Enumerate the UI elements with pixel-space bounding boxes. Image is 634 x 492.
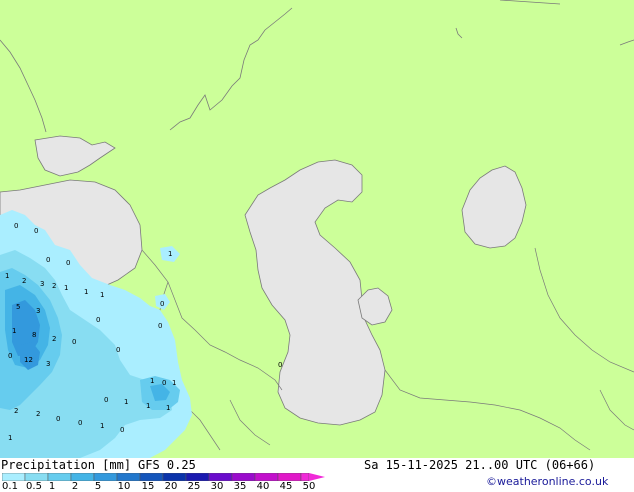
precip-label: 0 — [160, 300, 164, 308]
precip-label: 1 — [5, 272, 9, 280]
precip-label: 1 — [150, 377, 154, 385]
precip-label: 1 — [166, 404, 170, 412]
precip-label: 1 — [124, 398, 128, 406]
legend-swatch — [254, 473, 279, 481]
forecast-datetime: Sa 15-11-2025 21..00 UTC (06+66) — [364, 458, 596, 472]
precip-label: 0 — [72, 338, 76, 346]
legend-tick: 25 — [187, 481, 201, 492]
legend-swatch — [162, 473, 187, 481]
precip-label: 8 — [32, 331, 36, 339]
legend-swatch — [93, 473, 118, 481]
legend-swatch — [185, 473, 210, 481]
precip-label: 2 — [36, 410, 40, 418]
legend-swatch — [231, 473, 256, 481]
precip-label: 0 — [104, 396, 108, 404]
precip-label: 0 — [96, 316, 100, 324]
precip-label: 5 — [16, 303, 20, 311]
precip-label: 1 — [146, 402, 150, 410]
precip-label: 0 — [162, 379, 166, 387]
precip-label: 1 — [64, 284, 68, 292]
precip-label: 0 — [66, 259, 70, 267]
legend-swatch — [116, 473, 141, 481]
precip-label: 1 — [8, 434, 12, 442]
credit-link[interactable]: ©weatheronline.co.uk — [486, 475, 608, 488]
weather-map: 0 0 1 0 0 1 2 3 2 1 1 1 5 3 1 8 2 0 12 3… — [0, 0, 634, 458]
precip-label: 0 — [158, 322, 162, 330]
color-legend — [2, 473, 325, 481]
precip-label: 12 — [24, 356, 33, 364]
precip-label: 0 — [278, 361, 282, 369]
precipitation-title: Precipitation [mm] — [1, 458, 132, 472]
legend-tick: 20 — [164, 481, 178, 492]
legend-tick: 15 — [141, 481, 155, 492]
precip-label: 0 — [120, 426, 124, 434]
model-label: GFS 0.25 — [138, 458, 196, 472]
precip-label: 2 — [14, 407, 18, 415]
precip-label: 1 — [100, 291, 104, 299]
legend-tick: 2 — [71, 481, 79, 492]
legend-swatch — [208, 473, 233, 481]
legend-tick: 5 — [94, 481, 102, 492]
precip-label: 0 — [46, 256, 50, 264]
legend-swatch — [277, 473, 302, 481]
precip-label: 2 — [52, 335, 56, 343]
precip-label: 0 — [78, 419, 82, 427]
legend-tick: 0.5 — [26, 481, 42, 492]
precip-label: 3 — [40, 280, 44, 288]
legend-tick: 50 — [302, 481, 316, 492]
legend-swatch — [139, 473, 164, 481]
legend-swatch — [300, 473, 310, 481]
precip-label: 1 — [172, 379, 176, 387]
legend-tick: 30 — [210, 481, 224, 492]
legend-swatch — [47, 473, 72, 481]
legend-arrow — [309, 473, 325, 481]
precip-label: 3 — [36, 307, 40, 315]
precip-label: 1 — [12, 327, 16, 335]
precip-label: 3 — [46, 360, 50, 368]
legend-swatch — [2, 473, 26, 481]
legend-tick: 40 — [256, 481, 270, 492]
precip-label: 1 — [168, 250, 172, 258]
legend-swatch — [24, 473, 49, 481]
precip-label: 0 — [8, 352, 12, 360]
precip-label: 0 — [34, 227, 38, 235]
legend-tick: 35 — [233, 481, 247, 492]
map-footer: Precipitation [mm] GFS 0.25 Sa 15-11-202… — [0, 458, 634, 492]
precip-label: 0 — [14, 222, 18, 230]
legend-tick: 45 — [279, 481, 293, 492]
precip-label: 1 — [84, 288, 88, 296]
legend-tick: 1 — [48, 481, 56, 492]
precip-label: 0 — [56, 415, 60, 423]
legend-tick: 10 — [117, 481, 131, 492]
precip-label: 1 — [100, 422, 104, 430]
legend-swatch — [70, 473, 95, 481]
precip-label: 0 — [116, 346, 120, 354]
legend-tick: 0.1 — [2, 481, 18, 492]
precip-label: 2 — [22, 277, 26, 285]
precip-label: 2 — [52, 282, 56, 290]
